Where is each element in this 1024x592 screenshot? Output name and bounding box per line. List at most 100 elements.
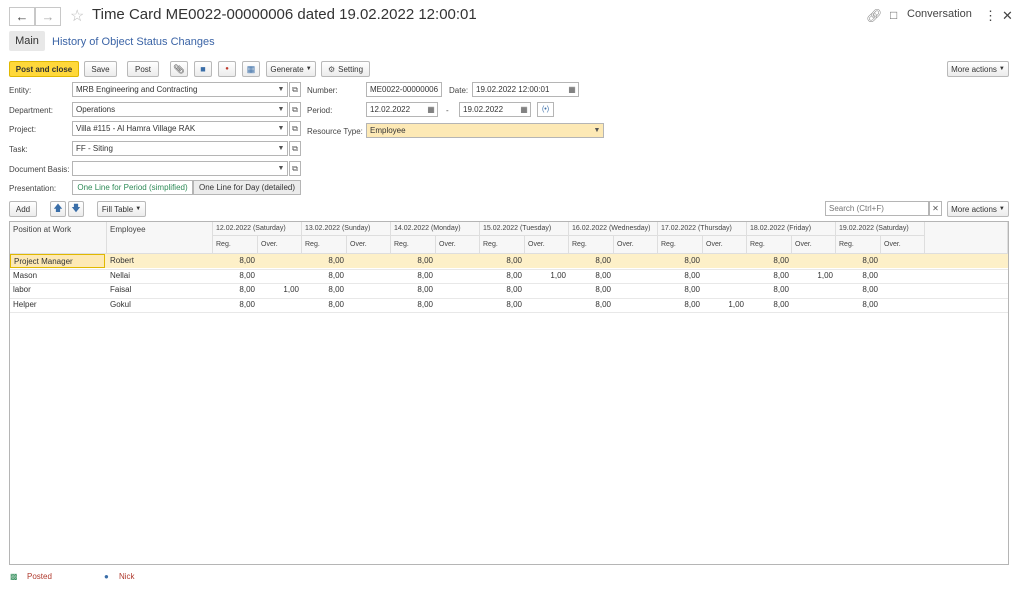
cell-regular-hours[interactable]: 8,00 — [480, 254, 525, 268]
column-header-day[interactable]: 17.02.2022 (Thursday) — [658, 222, 747, 236]
calendar-icon[interactable]: ▦ — [425, 102, 437, 117]
cell-overtime-hours[interactable] — [614, 298, 658, 312]
column-header-overtime[interactable]: Over. — [881, 236, 925, 254]
cell-overtime-hours[interactable] — [614, 283, 658, 297]
cell-regular-hours[interactable]: 8,00 — [747, 298, 792, 312]
tab-main[interactable]: Main — [9, 31, 45, 51]
column-header-employee[interactable]: Employee — [107, 222, 213, 254]
column-header-overtime[interactable]: Over. — [347, 236, 391, 254]
number-field[interactable]: ME0022-00000006 — [366, 82, 442, 97]
cell-overtime-hours[interactable] — [614, 269, 658, 283]
presentation-option-simplified[interactable]: One Line for Period (simplified) — [72, 180, 193, 195]
attach-button[interactable]: 📎︎ — [170, 61, 188, 77]
cell-regular-hours[interactable]: 8,00 — [213, 269, 258, 283]
column-header-regular[interactable]: Reg. — [747, 236, 792, 254]
date-field[interactable]: 19.02.2022 12:00:01 — [472, 82, 579, 97]
chevron-down-icon[interactable]: ▼ — [276, 103, 286, 116]
move-down-button[interactable]: 🡇︎ — [68, 201, 84, 217]
column-header-day[interactable]: 18.02.2022 (Friday) — [747, 222, 836, 236]
column-header-day[interactable]: 14.02.2022 (Monday) — [391, 222, 480, 236]
cell-regular-hours[interactable]: 8,00 — [302, 298, 347, 312]
time-card-table[interactable]: Position at Work Employee 12.02.2022 (Sa… — [9, 221, 1009, 565]
link-icon[interactable]: 🔗︎ — [866, 8, 883, 24]
table-search-input[interactable] — [825, 201, 929, 216]
cell-overtime-hours[interactable] — [347, 269, 391, 283]
column-header-regular[interactable]: Reg. — [658, 236, 703, 254]
column-header-overtime[interactable]: Over. — [792, 236, 836, 254]
entity-field[interactable]: MRB Engineering and Contracting — [72, 82, 288, 97]
cell-regular-hours[interactable]: 8,00 — [391, 298, 436, 312]
open-entity-button[interactable]: ⧉ — [289, 82, 301, 97]
conversation-icon[interactable]: □ — [890, 8, 897, 22]
close-icon[interactable]: ✕ — [1002, 8, 1013, 24]
presentation-option-detailed[interactable]: One Line for Day (detailed) — [193, 180, 301, 195]
cell-overtime-hours[interactable] — [525, 254, 569, 268]
column-header-regular[interactable]: Reg. — [836, 236, 881, 254]
column-header-overtime[interactable]: Over. — [525, 236, 569, 254]
cell-regular-hours[interactable]: 8,00 — [391, 283, 436, 297]
generate-button[interactable]: Generate ▼ — [266, 61, 316, 77]
cell-regular-hours[interactable]: 8,00 — [213, 254, 258, 268]
cell-overtime-hours[interactable] — [347, 283, 391, 297]
cell-overtime-hours[interactable] — [258, 254, 302, 268]
chevron-down-icon[interactable]: ▼ — [276, 142, 286, 155]
cell-overtime-hours[interactable] — [258, 298, 302, 312]
cell-regular-hours[interactable]: 8,00 — [836, 269, 881, 283]
more-icon[interactable]: ⋮ — [984, 8, 997, 24]
cell-overtime-hours[interactable] — [881, 298, 925, 312]
save-button[interactable]: Save — [84, 61, 117, 77]
cell-overtime-hours[interactable] — [792, 254, 836, 268]
cell-regular-hours[interactable]: 8,00 — [747, 254, 792, 268]
open-basis-button[interactable]: ⧉ — [289, 161, 301, 176]
open-project-button[interactable]: ⧉ — [289, 121, 301, 136]
cell-overtime-hours[interactable] — [703, 283, 747, 297]
column-header-regular[interactable]: Reg. — [480, 236, 525, 254]
more-actions-button[interactable]: More actions ▼ — [947, 61, 1009, 77]
column-header-day[interactable]: 19.02.2022 (Saturday) — [836, 222, 925, 236]
cell-position[interactable]: Mason — [10, 269, 105, 283]
cell-regular-hours[interactable]: 8,00 — [658, 283, 703, 297]
back-button[interactable]: ← — [9, 7, 35, 26]
cell-overtime-hours[interactable] — [703, 254, 747, 268]
cell-overtime-hours[interactable] — [792, 298, 836, 312]
chevron-down-icon[interactable]: ▼ — [276, 83, 286, 96]
cell-overtime-hours[interactable] — [347, 254, 391, 268]
column-header-regular[interactable]: Reg. — [569, 236, 614, 254]
cell-overtime-hours[interactable] — [436, 283, 480, 297]
chevron-down-icon[interactable]: ▼ — [276, 162, 286, 175]
favorite-star-icon[interactable]: ☆ — [70, 6, 84, 26]
cell-overtime-hours[interactable] — [881, 269, 925, 283]
cell-employee[interactable]: Robert — [107, 254, 211, 268]
cell-regular-hours[interactable]: 8,00 — [569, 269, 614, 283]
setting-button[interactable]: ⚙ Setting — [321, 61, 370, 77]
conversation-button[interactable]: Conversation — [907, 8, 972, 20]
cell-regular-hours[interactable]: 8,00 — [480, 269, 525, 283]
chevron-down-icon[interactable]: ▼ — [276, 122, 286, 135]
cell-overtime-hours[interactable] — [436, 298, 480, 312]
cell-overtime-hours[interactable] — [614, 254, 658, 268]
column-header-regular[interactable]: Reg. — [302, 236, 347, 254]
column-header-overtime[interactable]: Over. — [703, 236, 747, 254]
cell-overtime-hours[interactable]: 1,00 — [525, 269, 569, 283]
column-header-day[interactable]: 12.02.2022 (Saturday) — [213, 222, 302, 236]
cell-regular-hours[interactable]: 8,00 — [302, 283, 347, 297]
cell-regular-hours[interactable]: 8,00 — [658, 298, 703, 312]
cell-regular-hours[interactable]: 8,00 — [213, 283, 258, 297]
cell-regular-hours[interactable]: 8,00 — [747, 283, 792, 297]
cell-regular-hours[interactable]: 8,00 — [747, 269, 792, 283]
column-header-overtime[interactable]: Over. — [614, 236, 658, 254]
cell-regular-hours[interactable]: 8,00 — [302, 269, 347, 283]
calendar-icon[interactable]: ▦ — [518, 102, 530, 117]
column-header-regular[interactable]: Reg. — [391, 236, 436, 254]
notify-button[interactable]: ■ — [194, 61, 212, 77]
department-field[interactable]: Operations — [72, 102, 288, 117]
cell-regular-hours[interactable]: 8,00 — [391, 254, 436, 268]
column-header-overtime[interactable]: Over. — [436, 236, 480, 254]
cell-overtime-hours[interactable] — [881, 254, 925, 268]
cell-position[interactable]: Helper — [10, 298, 105, 312]
cell-position[interactable]: Project Manager — [10, 254, 105, 268]
period-select-button[interactable]: (•) — [537, 102, 554, 117]
column-header-day[interactable]: 16.02.2022 (Wednesday) — [569, 222, 658, 236]
cell-employee[interactable]: Gokul — [107, 298, 211, 312]
cell-regular-hours[interactable]: 8,00 — [302, 254, 347, 268]
